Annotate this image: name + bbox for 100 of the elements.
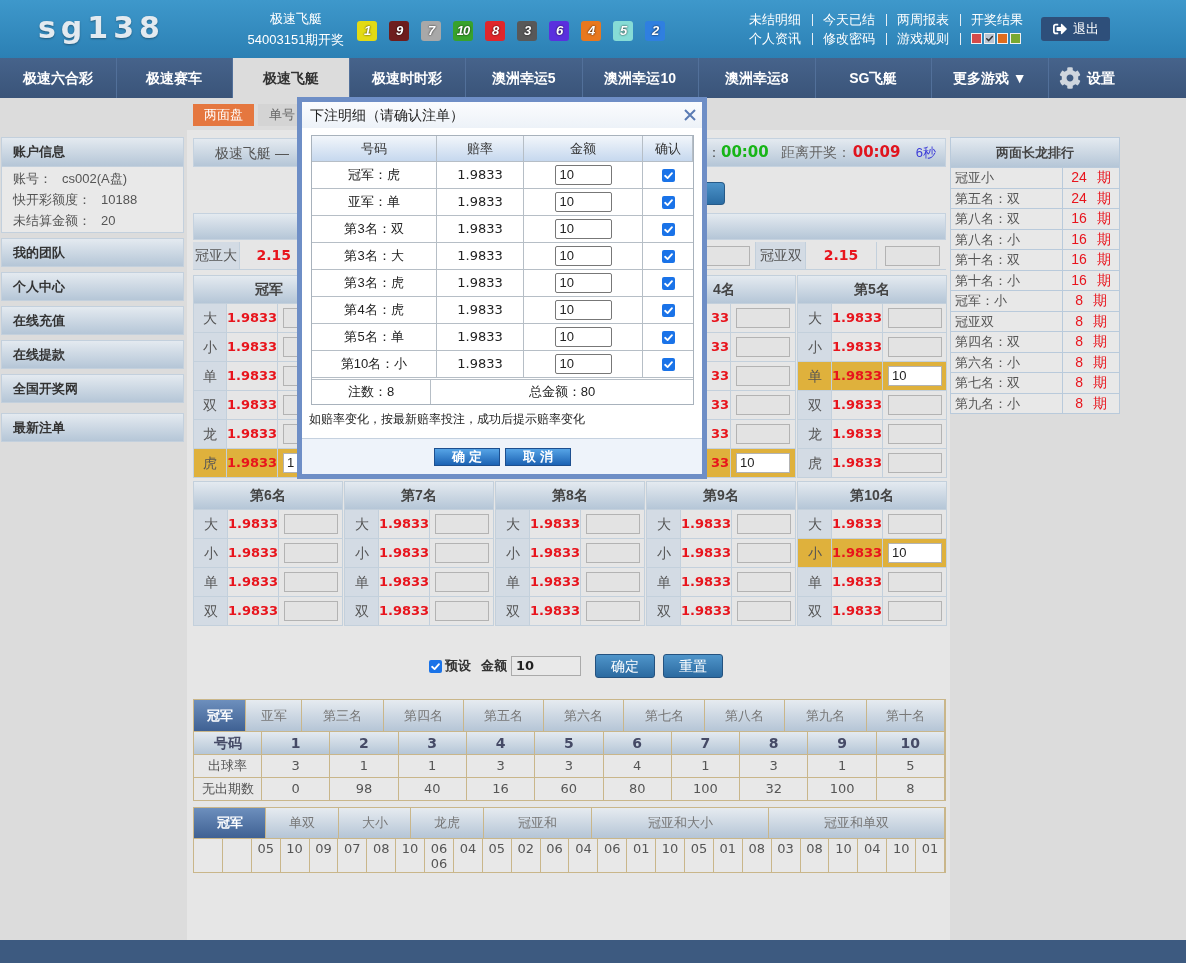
header-link[interactable]: 今天已结 [823,11,875,28]
bet-label-cell: 单 [194,362,227,390]
trend-number: 05 [690,841,708,856]
nav-tab[interactable]: 更多游戏 ▼ [932,58,1049,98]
bet-label-cell: 小 [194,539,228,567]
amount-field[interactable] [736,366,790,386]
nav-tab[interactable]: SG飞艇 [815,58,932,98]
confirm-checkbox[interactable] [661,249,675,263]
table-cell: 32 [740,777,809,800]
bet-label-cell: 小 [647,539,681,567]
amount-field[interactable] [284,601,338,621]
amount-field[interactable] [888,601,942,621]
theme-swatch[interactable] [984,33,995,44]
header-link[interactable]: 两周报表 [897,11,949,28]
amount-field[interactable] [737,572,791,592]
amount-field[interactable] [435,601,489,621]
amount-field[interactable] [888,424,942,444]
bet-item-cell: 冠军：虎 [312,162,437,188]
dialog-confirm-button[interactable]: 确定 [433,447,500,466]
amount-field[interactable] [435,514,489,534]
amount-field[interactable] [284,543,338,563]
trend-number: 03 [777,841,794,856]
theme-swatch[interactable] [971,33,982,44]
amount-field[interactable]: 10 [554,354,612,374]
confirm-checkbox[interactable] [661,195,675,209]
amount-field[interactable] [706,245,750,266]
theme-swatch[interactable] [997,33,1008,44]
close-icon[interactable] [684,109,696,121]
bet-label-cell: 大 [345,510,379,538]
sidebar-menu-item[interactable]: 个人中心 [1,272,184,301]
header-link[interactable]: 游戏规则 [897,30,949,47]
table-header-cell: 号码 [194,731,262,754]
amount-field[interactable] [586,601,640,621]
sidebar-menu-item[interactable]: 全国开奖网 [1,374,184,403]
bet-label-cell: 大 [798,304,832,332]
confirm-checkbox[interactable] [661,303,675,317]
confirm-checkbox[interactable] [661,168,675,182]
amount-field[interactable] [888,572,942,592]
header-link[interactable]: 个人资讯 [749,30,801,47]
bet-label-cell: 大 [798,510,832,538]
amount-field[interactable]: 10 [554,219,612,239]
amount-field[interactable] [885,245,940,266]
dialog-cancel-button[interactable]: 取消 [504,447,571,466]
bet-label-cell: 大 [647,510,681,538]
amount-field[interactable] [888,453,942,473]
logout-button[interactable]: 退出 [1041,17,1110,41]
bet-label-cell: 大 [194,510,228,538]
odds-cell: 1.9833 [437,216,524,242]
reset-button[interactable]: 重置 [663,654,723,678]
settings-button[interactable]: 设置 [1058,58,1115,98]
sidebar-menu-item[interactable]: 在线充值 [1,306,184,335]
amount-field[interactable]: 10 [554,246,612,266]
amount-field[interactable] [736,337,790,357]
amount-field[interactable] [736,424,790,444]
amount-field[interactable] [737,514,791,534]
bet-item-cell: 第3名：虎 [312,270,437,296]
nav-tab[interactable]: 极速六合彩 [0,58,117,98]
amount-field[interactable] [736,308,790,328]
header-link[interactable]: 未结明细 [749,11,801,28]
amount-field[interactable]: 10 [554,165,612,185]
amount-field[interactable]: 10 [736,453,790,473]
amount-field[interactable] [736,395,790,415]
table-cell: 1 [398,754,467,777]
amount-field[interactable]: 10 [554,273,612,293]
settings-icon [1058,67,1081,89]
amount-field[interactable] [586,572,640,592]
amount-field[interactable] [737,601,791,621]
preset-amount-field[interactable]: 10 [511,656,581,676]
trend-tab[interactable]: 冠军 [194,808,266,838]
confirm-checkbox[interactable] [661,276,675,290]
preset-checkbox[interactable] [429,659,442,673]
sidebar-menu-item[interactable]: 在线提款 [1,340,184,369]
amount-field[interactable]: 10 [554,192,612,212]
amount-field[interactable] [737,543,791,563]
confirm-button[interactable]: 确定 [595,654,655,678]
amount-field[interactable] [435,572,489,592]
confirm-checkbox[interactable] [661,357,675,371]
sidebar-menu-item[interactable]: 我的团队 [1,238,184,267]
theme-swatch[interactable] [1010,33,1021,44]
nav-tab[interactable]: 极速飞艇 [233,58,350,98]
table-cell: 5 [876,754,945,777]
amount-field[interactable] [888,395,942,415]
amount-field[interactable]: 10 [888,543,942,563]
amount-field[interactable] [888,514,942,534]
confirm-checkbox[interactable] [661,222,675,236]
amount-field[interactable] [435,543,489,563]
amount-field[interactable] [586,543,640,563]
amount-field[interactable]: 10 [554,300,612,320]
amount-field[interactable]: 10 [554,327,612,347]
rank-tab[interactable]: 冠军 [194,700,246,731]
amount-field[interactable] [284,572,338,592]
header-link[interactable]: 修改密码 [823,30,875,47]
amount-field[interactable] [586,514,640,534]
amount-field[interactable]: 10 [888,366,942,386]
sidebar-menu-item[interactable]: 最新注单 [1,413,184,442]
amount-field[interactable] [284,514,338,534]
amount-field[interactable] [888,337,942,357]
amount-field[interactable] [888,308,942,328]
header-link[interactable]: 开奖结果 [971,11,1023,28]
confirm-checkbox[interactable] [661,330,675,344]
